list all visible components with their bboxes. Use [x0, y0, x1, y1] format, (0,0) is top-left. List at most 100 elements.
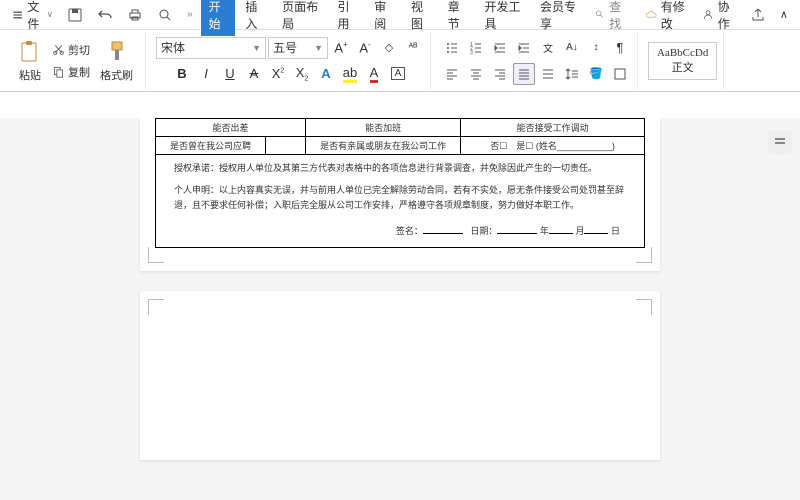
- shading-button[interactable]: 🪣: [585, 63, 607, 85]
- tab-view[interactable]: 视图: [403, 0, 438, 36]
- collapse-ribbon-button[interactable]: ∧: [774, 5, 794, 24]
- tab-start[interactable]: 开始: [201, 0, 236, 36]
- declaration-1[interactable]: 授权承诺：授权用人单位及其第三方代表对表格中的各项信息进行背景调查，并免除因此产…: [160, 157, 640, 179]
- cell-applied[interactable]: 是否曾在我公司应聘: [156, 137, 266, 155]
- copy-icon: [52, 65, 65, 78]
- share-icon: [750, 7, 766, 23]
- align-justify-button[interactable]: [513, 63, 535, 85]
- save-button[interactable]: [61, 4, 89, 26]
- style-normal[interactable]: AaBbCcDd 正文: [648, 42, 717, 80]
- search-box[interactable]: 查找: [587, 0, 635, 32]
- tab-review[interactable]: 审阅: [366, 0, 401, 36]
- undo-button[interactable]: [91, 4, 119, 26]
- underline-button[interactable]: U: [219, 63, 241, 85]
- paste-button[interactable]: 粘贴: [12, 37, 48, 85]
- print-button[interactable]: [121, 4, 149, 26]
- app-menu-button[interactable]: 文件 ∨: [6, 0, 59, 35]
- shrink-font-button[interactable]: A-: [354, 37, 376, 59]
- changes-indicator[interactable]: 有修改: [639, 0, 694, 35]
- share-button[interactable]: [744, 4, 772, 26]
- copy-button[interactable]: 复制: [48, 62, 94, 82]
- highlight-button[interactable]: ab: [339, 63, 361, 85]
- page-2: [140, 291, 660, 460]
- format-painter-button[interactable]: 格式刷: [94, 37, 139, 85]
- document-canvas[interactable]: 能否出差 能否加班 能否接受工作调动 是否曾在我公司应聘 是否有亲属或朋友在我公…: [0, 118, 800, 500]
- paste-label: 粘贴: [19, 67, 41, 83]
- chevron-up-icon: ∧: [780, 8, 788, 21]
- italic-button[interactable]: I: [195, 63, 217, 85]
- line-spacing-button[interactable]: [561, 63, 583, 85]
- collab-label: 协作: [718, 0, 736, 32]
- bucket-icon: 🪣: [589, 67, 603, 80]
- border-icon: [613, 67, 627, 81]
- tab-references[interactable]: 引用: [330, 0, 365, 36]
- save-icon: [67, 7, 83, 23]
- distribute-button[interactable]: [537, 63, 559, 85]
- text-orient-icon: A↓: [566, 42, 578, 53]
- cell-yesno[interactable]: 否☐ 是☐ (姓名___________): [461, 137, 645, 155]
- collab-button[interactable]: 协作: [696, 0, 742, 35]
- signature-line[interactable]: 签名： 日期： 年 月 日: [160, 216, 640, 245]
- pinyin-button[interactable]: ᴬᴮ: [402, 37, 424, 59]
- text-effect-button[interactable]: A: [315, 63, 337, 85]
- declaration-2[interactable]: 个人申明：以上内容真实无误，并与前用人单位已完全解除劳动合同，若有不实处，愿无条…: [160, 179, 640, 216]
- pinyin-icon: ᴬᴮ: [409, 42, 418, 53]
- grow-font-button[interactable]: A+: [330, 37, 352, 59]
- format-painter-label: 格式刷: [100, 67, 133, 83]
- number-list-button[interactable]: 123: [465, 37, 487, 59]
- tab-section[interactable]: 章节: [440, 0, 475, 36]
- changes-label: 有修改: [661, 0, 689, 32]
- align-right-icon: [493, 67, 507, 81]
- italic-icon: I: [204, 66, 208, 81]
- text-orient-button[interactable]: A↓: [561, 37, 583, 59]
- borders-button[interactable]: [609, 63, 631, 85]
- char-border-button[interactable]: A: [387, 63, 409, 85]
- tab-layout[interactable]: 页面布局: [274, 0, 327, 36]
- font-color-button[interactable]: A: [363, 63, 385, 85]
- brush-icon: [106, 39, 128, 65]
- show-marks-button[interactable]: ¶: [609, 37, 631, 59]
- text-dir-icon: 文: [543, 40, 553, 55]
- line-spacing-icon: [565, 67, 579, 81]
- panel-icon: [773, 135, 787, 149]
- paste-icon: [18, 39, 42, 65]
- print-preview-button[interactable]: [151, 4, 179, 26]
- strike-button[interactable]: A: [243, 63, 265, 85]
- more-quick-button[interactable]: »: [181, 6, 199, 23]
- pilcrow-icon: ¶: [617, 40, 624, 55]
- side-panel-toggle[interactable]: [768, 130, 792, 154]
- text-direction-button[interactable]: 文: [537, 37, 559, 59]
- bold-button[interactable]: B: [171, 63, 193, 85]
- font-size-select[interactable]: 五号▼: [268, 37, 328, 59]
- tab-member[interactable]: 会员专享: [532, 0, 585, 36]
- outdent-button[interactable]: [489, 37, 511, 59]
- tab-insert[interactable]: 插入: [237, 0, 272, 36]
- align-left-button[interactable]: [441, 63, 463, 85]
- bullet-list-button[interactable]: [441, 37, 463, 59]
- cell-overtime[interactable]: 能否加班: [306, 119, 461, 137]
- cell-relatives[interactable]: 是否有亲属或朋友在我公司工作: [306, 137, 461, 155]
- subscript-button[interactable]: X2: [291, 63, 313, 85]
- svg-text:3: 3: [470, 50, 473, 55]
- clear-format-button[interactable]: ◇: [378, 37, 400, 59]
- align-center-button[interactable]: [465, 63, 487, 85]
- sort-button[interactable]: ↕: [585, 37, 607, 59]
- form-table: 能否出差 能否加班 能否接受工作调动 是否曾在我公司应聘 是否有亲属或朋友在我公…: [155, 118, 645, 248]
- align-right-button[interactable]: [489, 63, 511, 85]
- indent-icon: [517, 41, 531, 55]
- superscript-button[interactable]: X2: [267, 63, 289, 85]
- align-left-icon: [445, 67, 459, 81]
- number-list-icon: 123: [469, 41, 483, 55]
- cloud-icon: [645, 7, 657, 23]
- indent-button[interactable]: [513, 37, 535, 59]
- bold-icon: B: [177, 66, 186, 81]
- preview-icon: [157, 7, 173, 23]
- cell-transfer[interactable]: 能否接受工作调动: [461, 119, 645, 137]
- cut-button[interactable]: 剪切: [48, 40, 94, 60]
- font-name-select[interactable]: 宋体▼: [156, 37, 266, 59]
- underline-icon: U: [225, 66, 234, 81]
- print-icon: [127, 7, 143, 23]
- superscript-icon: X2: [272, 66, 285, 81]
- cell-travel[interactable]: 能否出差: [156, 119, 306, 137]
- tab-developer[interactable]: 开发工具: [476, 0, 529, 36]
